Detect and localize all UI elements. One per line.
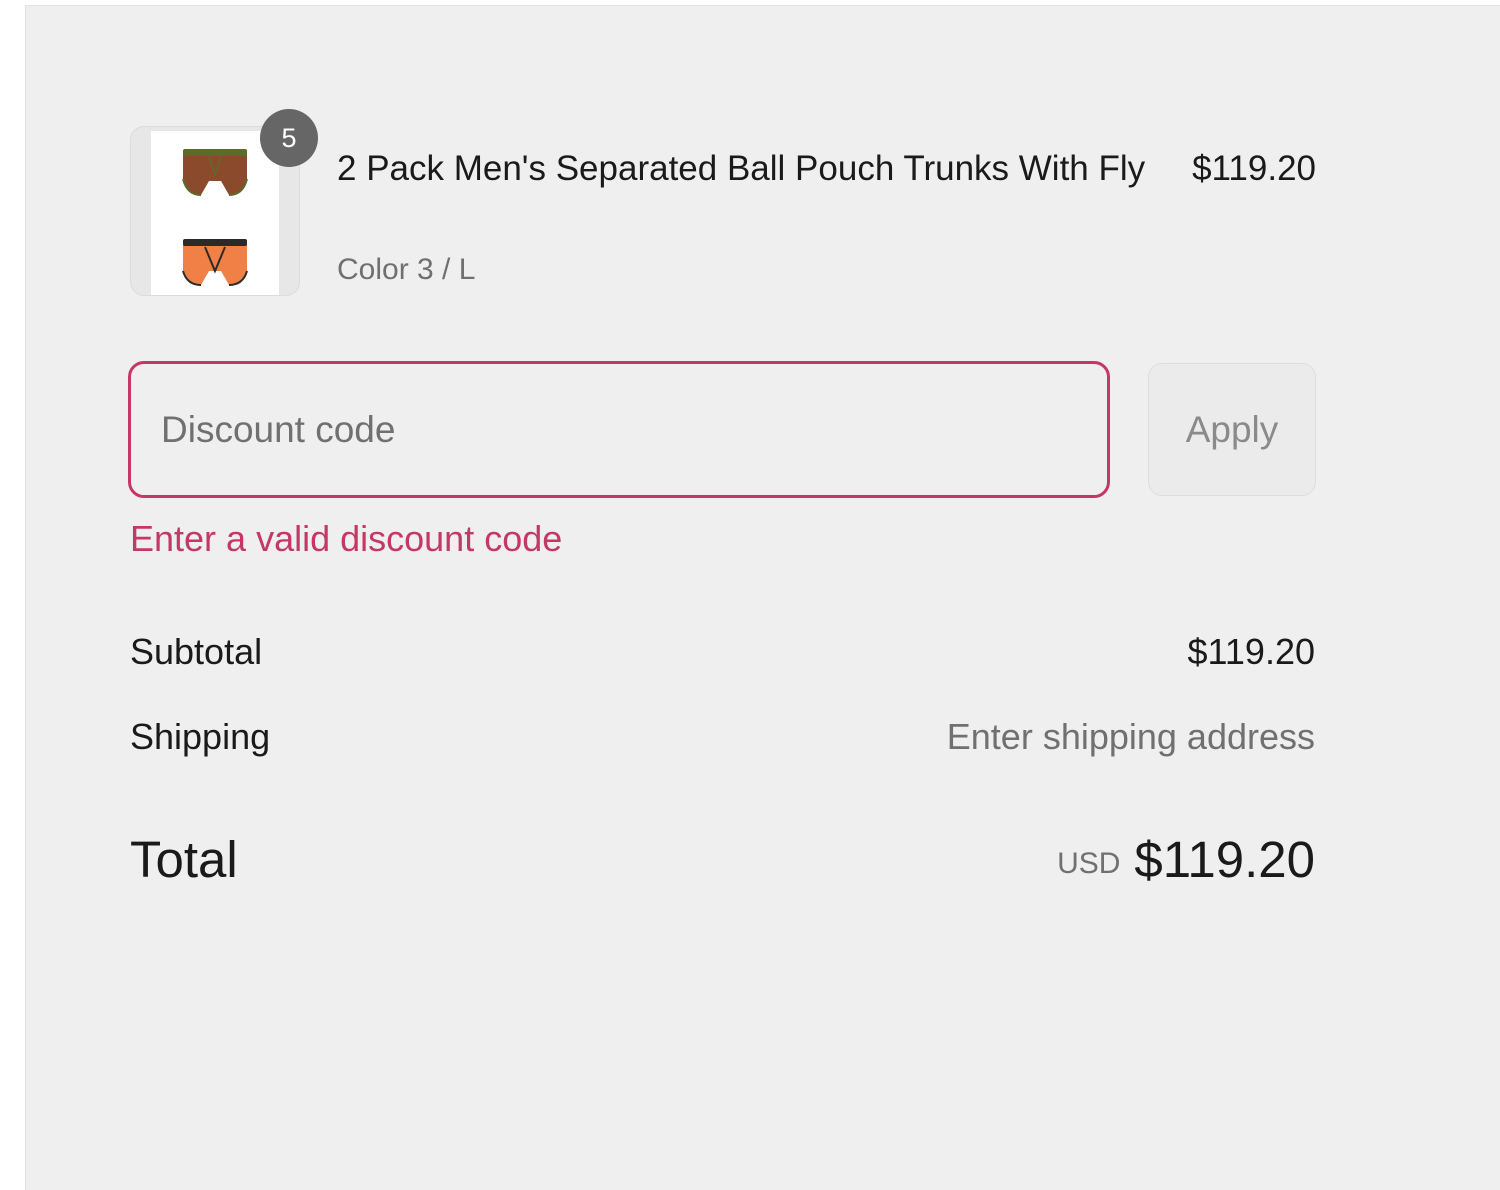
subtotal-label: Subtotal: [130, 631, 263, 672]
product-variant: Color 3 / L: [337, 253, 476, 286]
underwear-trunks-thumbnail-icon: [151, 131, 279, 295]
product-price: $119.20: [1192, 149, 1316, 188]
shipping-label: Shipping: [130, 716, 271, 757]
order-summary-panel: 5 2 Pack Men's Separated Ball Pouch Trun…: [25, 5, 1500, 1190]
shipping-value: Enter shipping address: [946, 716, 1315, 757]
subtotal-value: $119.20: [1187, 631, 1315, 672]
total-label: Total: [130, 831, 238, 888]
product-title: 2 Pack Men's Separated Ball Pouch Trunks…: [337, 149, 1146, 188]
total-value-group: USD $119.20: [1057, 830, 1315, 889]
product-line-item: 5 2 Pack Men's Separated Ball Pouch Trun…: [130, 109, 1316, 301]
total-amount: $119.20: [1134, 831, 1315, 888]
discount-error-message: Enter a valid discount code: [130, 518, 563, 559]
discount-code-input[interactable]: [128, 361, 1110, 498]
quantity-badge: 5: [260, 109, 318, 167]
apply-discount-button[interactable]: Apply: [1148, 363, 1316, 496]
total-currency: USD: [1057, 847, 1121, 880]
